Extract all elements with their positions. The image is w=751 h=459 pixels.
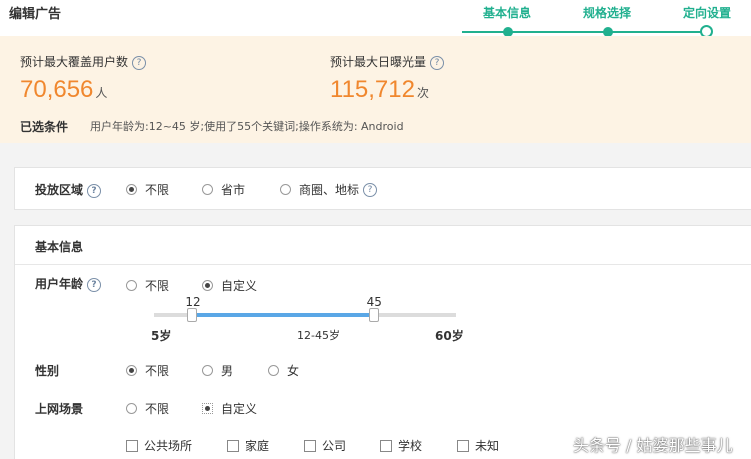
checkbox-icon [380,439,392,452]
radio-icon [268,365,279,376]
region-option-province[interactable]: 省市 [202,181,245,198]
radio-icon [202,184,213,195]
selected-filters-text: 用户年龄为:12~45 岁;使用了55个关键词;操作系统为: Android [90,120,404,133]
gender-option-unlimited[interactable]: 不限 [126,362,169,379]
age-slider-fill [192,313,374,317]
checkbox-icon [126,439,138,452]
region-option-unlimited[interactable]: 不限 [126,181,169,198]
checkbox-icon [304,439,316,452]
radio-icon [126,184,137,195]
basic-info-title: 基本信息 [35,240,84,254]
radio-icon [126,365,137,376]
help-icon[interactable]: ? [87,277,102,292]
age-slider-range-label: 12-45岁 [297,329,340,342]
region-option-landmark[interactable]: 商圈、地标? [280,181,378,198]
age-slider-track[interactable] [154,308,456,322]
scene-label: 上网场景 [35,402,84,416]
page-title: 编辑广告 [9,7,62,22]
help-icon[interactable]: ? [430,55,445,70]
radio-icon [126,403,137,414]
age-option-custom[interactable]: 自定义 [202,277,257,294]
age-slider-min-label: 5岁 [151,329,172,343]
selected-filters-label: 已选条件 [20,120,69,134]
scene-option-unlimited[interactable]: 不限 [126,400,169,417]
scene-checkbox-unknown[interactable]: 未知 [457,437,499,454]
step-basic-info[interactable]: 基本信息 [483,4,531,21]
scene-checkbox-school[interactable]: 学校 [380,437,422,454]
age-slider-max-label: 60岁 [435,329,464,343]
age-slider-handle-low[interactable] [187,308,198,322]
gender-label: 性别 [35,364,60,378]
scene-option-custom[interactable]: 自定义 [202,400,257,417]
radio-icon [280,184,291,195]
checkbox-icon [227,439,239,452]
age-slider-low-value: 12 [185,295,201,309]
age-slider-high-value: 45 [366,295,382,309]
max-impressions-label: 预计最大日曝光量? [330,53,445,70]
watermark-text: 头条号 / 姑婆那些事儿 [573,436,733,455]
step-spec-select[interactable]: 规格选择 [583,4,631,21]
basic-info-card: 基本信息 用户年龄? 不限 自定义 12 45 5岁 12-45岁 60岁 性别… [14,225,751,459]
age-slider-handle-high[interactable] [368,308,379,322]
max-users-label: 预计最大覆盖用户数? [20,53,147,70]
header-bar: 编辑广告 基本信息 规格选择 定向设置 [0,0,751,38]
region-label: 投放区域? [35,181,102,198]
age-option-unlimited[interactable]: 不限 [126,277,169,294]
gender-option-male[interactable]: 男 [202,362,233,379]
checkbox-icon [457,439,469,452]
help-icon[interactable]: ? [132,55,147,70]
scene-checkbox-public[interactable]: 公共场所 [126,437,192,454]
region-card: 投放区域? 不限 省市 商圈、地标? [14,167,751,210]
radio-icon [202,403,213,414]
gender-option-female[interactable]: 女 [268,362,299,379]
step-targeting[interactable]: 定向设置 [683,4,731,21]
radio-icon [126,280,137,291]
scene-checkbox-home[interactable]: 家庭 [227,437,269,454]
step-progress-line [462,31,708,33]
max-impressions-value: 115,712 次 [330,76,429,103]
radio-icon [202,280,213,291]
divider [15,264,751,265]
age-label: 用户年龄? [35,275,102,292]
estimate-summary: 预计最大覆盖用户数? 70,656 人 预计最大日曝光量? 115,712 次 已选… [0,36,751,143]
max-users-value: 70,656 人 [20,76,108,103]
help-icon[interactable]: ? [87,183,102,198]
scene-checkbox-office[interactable]: 公司 [304,437,346,454]
help-icon[interactable]: ? [363,182,378,197]
radio-icon [202,365,213,376]
